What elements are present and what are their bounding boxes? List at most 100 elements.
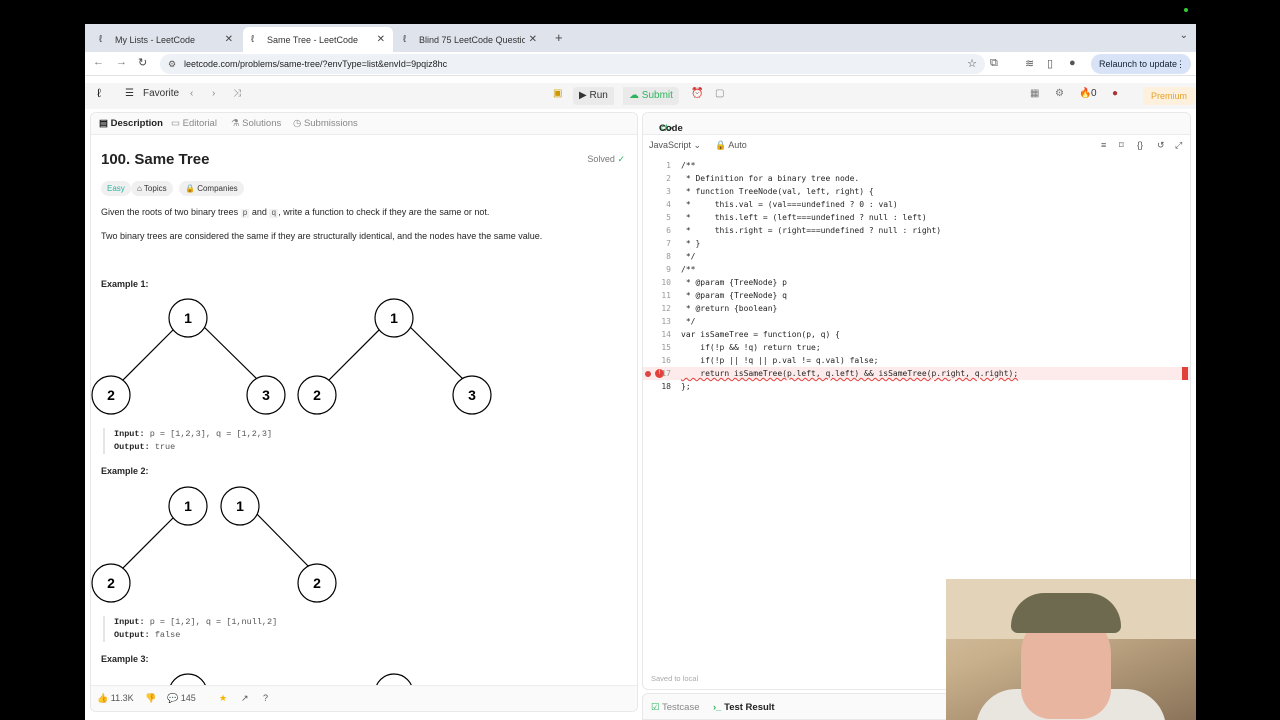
tab-same-tree[interactable]: ℓ Same Tree - LeetCode ✕ [243,27,393,52]
tab-label: Solutions [242,118,282,129]
language-value: JavaScript [649,140,692,150]
notes-icon[interactable]: ▢ [715,88,724,99]
topics-label: Topics [143,184,167,193]
premium-button[interactable]: Premium [1143,87,1196,105]
comments-button[interactable]: 💬 145 [167,693,196,704]
leetcode-header: ℓ ☰ Favorite ‹ › ⤨ ▣ ▶ Run ☁ Submit ⏰ ▢ … [85,83,1196,109]
reload-icon[interactable]: ↻ [138,56,147,69]
run-button[interactable]: ▶ Run [573,87,614,105]
difficulty-easy-badge: Easy [101,181,131,196]
tree-node-label: 3 [262,387,270,403]
close-icon[interactable]: ✕ [377,34,385,45]
code-text: * this.left = (left===undefined ? null :… [681,213,927,222]
code-line: 2 * Definition for a binary tree node. [643,172,1190,185]
tab-test-result[interactable]: ›_ Test Result [713,702,775,713]
favorite-list-link[interactable]: Favorite [143,88,179,99]
recording-indicator [1184,8,1188,12]
back-arrow-icon[interactable]: ← [93,56,104,68]
reset-icon[interactable]: ↺ [1157,140,1165,151]
line-number: 17 [661,369,671,378]
next-problem-chevron-icon[interactable]: › [212,88,215,99]
prev-problem-chevron-icon[interactable]: ‹ [190,88,193,99]
relaunch-to-update-button[interactable]: Relaunch to update ⋮ [1091,54,1191,74]
forward-arrow-icon[interactable]: → [116,56,127,68]
chevron-down-icon: ⌄ [693,140,702,150]
tab-solutions[interactable]: ⚗ Solutions [231,118,281,129]
output-value: true [149,442,176,452]
close-icon[interactable]: ✕ [225,34,233,45]
submit-label: Submit [641,90,673,101]
layout-grid-icon[interactable]: ▦ [1030,88,1039,99]
line-number: 5 [666,213,671,222]
premium-label: Premium [1151,91,1188,101]
profile-avatar-icon[interactable]: ● [1069,57,1076,69]
bookmark-icon[interactable]: ⌑ [1119,140,1124,151]
tree-node-label: 1 [236,498,244,514]
line-number: 7 [666,239,671,248]
line-number: 10 [661,278,671,287]
tree-node-label: 2 [313,387,321,403]
share-icon[interactable]: ↗ [241,693,249,704]
bookmark-star-icon[interactable]: ☆ [967,54,977,74]
tab-testcase[interactable]: ☑ Testcase [651,702,700,713]
tab-label: Description [110,118,163,129]
topics-button[interactable]: ⌂ Topics [131,181,173,196]
debug-icon[interactable]: ▣ [553,88,562,99]
code-line: 13 */ [643,315,1190,328]
extensions-puzzle-icon[interactable]: ⧉ [990,57,998,70]
code-line: 11 * @param {TreeNode} q [643,289,1190,302]
leetcode-favicon-icon: ℓ [251,33,255,45]
example-2-io: Input: p = [1,2], q = [1,null,2] Output:… [103,616,277,642]
tree-node-label: 1 [184,310,192,326]
code-text: * @param {TreeNode} p [681,278,787,287]
problem-list-icon[interactable]: ☰ [125,88,134,99]
comment-count: 145 [180,693,196,703]
braces-icon[interactable]: {} [1137,140,1143,150]
line-number: 14 [661,330,671,339]
example-heading: Example 3: [101,654,149,664]
auto-mode-toggle[interactable]: 🔒 Auto [715,140,747,151]
like-button[interactable]: 👍 11.3K [97,693,134,704]
tree-node-label: 2 [107,387,115,403]
language-select[interactable]: JavaScript ⌄ [649,140,701,151]
webcam-overlay [946,579,1196,720]
input-label: Input: [114,617,145,627]
submit-button[interactable]: ☁ Submit [623,87,679,105]
code-text: if(!p && !q) return true; [681,343,821,352]
streak-flame-icon[interactable]: 🔥 [1079,88,1091,99]
new-tab-plus-icon[interactable]: + [555,30,563,45]
tab-blind-75[interactable]: ℓ Blind 75 LeetCode Questions ✕ [395,27,545,52]
timer-icon[interactable]: ⏰ [691,88,703,99]
close-icon[interactable]: ✕ [529,34,537,45]
output-value: false [149,630,181,640]
page-title[interactable]: 100. Same Tree [101,151,209,168]
companies-button[interactable]: 🔒 Companies [179,181,244,196]
tab-editorial[interactable]: ▭ Editorial [171,118,217,129]
kebab-menu-icon[interactable]: ⋮ [1176,54,1185,74]
url-field[interactable]: ⚙ leetcode.com/problems/same-tree/?envTy… [160,54,985,74]
media-controls-icon[interactable]: ≋ [1025,57,1034,70]
settings-gear-icon[interactable]: ⚙ [1055,88,1064,99]
leetcode-logo-icon[interactable]: ℓ [97,86,101,100]
side-panel-icon[interactable]: ▯ [1047,57,1053,70]
code-text: * @return {boolean} [681,304,778,313]
tab-my-lists[interactable]: ℓ My Lists - LeetCode ✕ [91,27,241,52]
tab-label: Testcase [662,702,700,713]
tree-node-label: 2 [107,575,115,591]
tab-submissions[interactable]: ◷ Submissions [293,118,358,129]
shuffle-icon[interactable]: ⤨ [233,88,241,99]
site-settings-icon[interactable]: ⚙ [168,54,176,74]
dislike-thumbs-down-icon[interactable]: 👎 [145,693,156,704]
saved-status: Saved to local [651,674,699,683]
help-circle-icon[interactable]: ? [263,693,268,703]
line-number: 9 [666,265,671,274]
code-line: 14 var isSameTree = function(p, q) { [643,328,1190,341]
expand-icon[interactable]: ⤢ [1175,140,1182,151]
webcam-person-cap [1011,593,1121,633]
user-avatar[interactable]: ● [1112,88,1118,99]
tab-description[interactable]: ▤ Description [99,118,163,129]
star-icon[interactable]: ★ [219,693,227,704]
example-heading: Example 2: [101,466,149,476]
format-lines-icon[interactable]: ≡ [1101,140,1106,150]
tab-search-chevron-icon[interactable]: ⌄ [1180,30,1188,41]
